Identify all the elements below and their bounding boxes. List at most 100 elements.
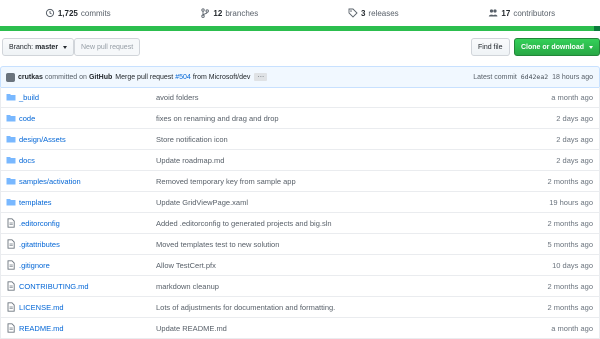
commit-message-link[interactable]: Allow TestCert.pfx [156, 261, 216, 270]
branch-label: Branch: [9, 44, 34, 51]
branch-select-button[interactable]: Branch: master [2, 38, 74, 56]
commit-age: 2 months ago [547, 218, 593, 228]
file-name-link[interactable]: .gitattributes [19, 240, 60, 249]
commit-message-link[interactable]: Update roadmap.md [156, 156, 224, 165]
file-name-link[interactable]: LICENSE.md [19, 303, 64, 312]
branch-name: master [35, 44, 59, 51]
file-icon [6, 260, 16, 270]
releases-count: 3 [360, 8, 366, 18]
folder-icon [6, 92, 16, 102]
commits-link[interactable]: 1,725 commits [45, 8, 111, 18]
commits-count: 1,725 [57, 8, 78, 18]
commit-via: GitHub [88, 73, 113, 81]
commit-age: 2 days ago [556, 113, 593, 123]
commit-age: 2 months ago [547, 281, 593, 291]
commit-message-link[interactable]: Removed temporary key from sample app [156, 177, 296, 186]
file-name-link[interactable]: .gitignore [19, 261, 50, 270]
branches-count: 12 [213, 8, 223, 18]
file-icon [6, 218, 16, 228]
commit-age: 2 days ago [556, 134, 593, 144]
commit-author[interactable]: crutkas [18, 74, 43, 81]
file-row: CONTRIBUTING.md markdown cleanup 2 month… [1, 275, 599, 296]
commit-age: 5 months ago [547, 239, 593, 249]
file-name-link[interactable]: code [19, 114, 35, 123]
file-name-link[interactable]: CONTRIBUTING.md [19, 282, 89, 291]
commit-age: a month ago [551, 92, 593, 102]
contributors-label: contributors [513, 8, 556, 18]
file-name-link[interactable]: README.md [19, 324, 64, 333]
commit-sha-link[interactable]: 6d42ea2 [521, 73, 548, 81]
folder-icon [6, 155, 16, 165]
commit-age: 2 months ago [547, 302, 593, 312]
file-name-link[interactable]: templates [19, 198, 52, 207]
file-navigation: Branch: master New pull request Find fil… [0, 38, 600, 58]
avatar[interactable] [6, 72, 15, 82]
file-icon [6, 239, 16, 249]
folder-icon [6, 113, 16, 123]
clone-download-label: Clone or download [521, 44, 584, 51]
file-row: .gitattributes Moved templates test to n… [1, 233, 599, 254]
folder-icon [6, 197, 16, 207]
releases-link[interactable]: 3 releases [348, 8, 399, 18]
file-list: _build avoid folders a month ago code fi… [0, 87, 600, 339]
new-pull-request-button[interactable]: New pull request [74, 38, 141, 56]
file-row: LICENSE.md Lots of adjustments for docum… [1, 296, 599, 317]
language-bar [0, 26, 600, 31]
tag-icon [348, 8, 358, 18]
commit-age: 2 days ago [556, 155, 593, 165]
commit-message-link[interactable]: Added .editorconfig to generated project… [156, 219, 332, 228]
chevron-down-icon [588, 45, 593, 49]
file-row: code fixes on renaming and drag and drop… [1, 107, 599, 128]
commit-message-suffix[interactable]: from Microsoft/dev [193, 74, 251, 81]
repo-stats-bar: 1,725 commits 12 branches 3 releases 17 … [0, 0, 600, 27]
chevron-down-icon [63, 45, 67, 49]
file-icon [6, 323, 16, 333]
history-icon [45, 8, 54, 18]
commit-message-link[interactable]: Update README.md [156, 324, 227, 333]
commit-message-link[interactable]: Lots of adjustments for documentation an… [156, 303, 335, 312]
commit-message-link[interactable]: Store notification icon [156, 135, 228, 144]
find-file-button[interactable]: Find file [471, 38, 510, 56]
releases-label: releases [368, 8, 399, 18]
commit-age: 19 hours ago [549, 197, 593, 207]
file-row: samples/activation Removed temporary key… [1, 170, 599, 191]
commit-message-prefix[interactable]: Merge pull request [115, 74, 173, 81]
branches-label: branches [225, 8, 259, 18]
file-row: design/Assets Store notification icon 2 … [1, 128, 599, 149]
file-name-link[interactable]: samples/activation [19, 177, 81, 186]
folder-icon [6, 176, 16, 186]
people-icon [489, 9, 498, 17]
file-icon [6, 302, 16, 312]
committed-on-text: committed on [44, 73, 87, 81]
latest-commit-bar: crutkas committed on GitHub Merge pull r… [0, 66, 600, 88]
file-name-link[interactable]: design/Assets [19, 135, 66, 144]
commit-age: 10 days ago [552, 260, 593, 270]
branches-link[interactable]: 12 branches [200, 8, 258, 18]
commit-message-link[interactable]: avoid folders [156, 93, 199, 102]
commit-message-link[interactable]: Update GridViewPage.xaml [156, 198, 248, 207]
commit-age: 18 hours ago [552, 74, 593, 81]
file-row: docs Update roadmap.md 2 days ago [1, 149, 599, 170]
commits-label: commits [80, 8, 111, 18]
file-row: _build avoid folders a month ago [1, 87, 599, 107]
latest-commit-info: Latest commit 6d42ea2 18 hours ago [473, 73, 593, 81]
file-name-link[interactable]: _build [19, 93, 39, 102]
commit-message-link[interactable]: Moved templates test to new solution [156, 240, 279, 249]
latest-commit-label: Latest commit [473, 74, 517, 81]
file-name-link[interactable]: docs [19, 156, 35, 165]
file-row: .editorconfig Added .editorconfig to gen… [1, 212, 599, 233]
contributors-count: 17 [501, 8, 511, 18]
commit-age: 2 months ago [547, 176, 593, 186]
commit-message-link[interactable]: markdown cleanup [156, 282, 219, 291]
file-row: templates Update GridViewPage.xaml 19 ho… [1, 191, 599, 212]
commit-message-link[interactable]: fixes on renaming and drag and drop [156, 114, 279, 123]
clone-download-button[interactable]: Clone or download [514, 38, 600, 56]
contributors-link[interactable]: 17 contributors [488, 8, 555, 18]
file-row: .gitignore Allow TestCert.pfx 10 days ag… [1, 254, 599, 275]
branch-icon [201, 8, 210, 18]
file-icon [6, 281, 16, 291]
file-name-link[interactable]: .editorconfig [19, 219, 60, 228]
expand-commit-message-button[interactable]: … [254, 72, 268, 81]
pull-request-link[interactable]: #504 [175, 74, 191, 81]
folder-icon [6, 134, 16, 144]
